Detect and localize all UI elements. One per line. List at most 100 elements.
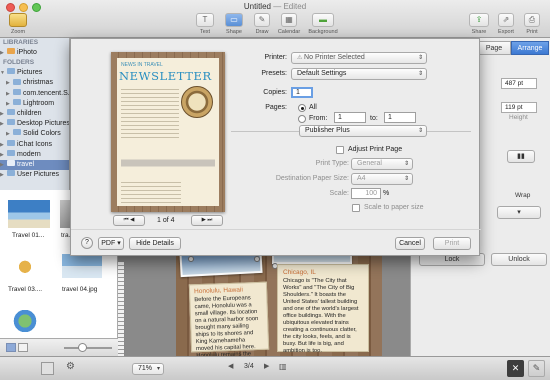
toolbar-calendar-button[interactable]: ▦ Calendar bbox=[275, 13, 303, 35]
sidebar-item-folder[interactable]: ▶ Solid Colors bbox=[0, 129, 69, 139]
zoom-popup[interactable]: 71% ▾ bbox=[132, 363, 164, 375]
print-button[interactable]: Print bbox=[433, 237, 471, 250]
disclosure-closed-icon[interactable]: ▶ bbox=[0, 150, 7, 160]
height-field[interactable]: 119 pt bbox=[501, 102, 537, 113]
sidebar-item-folder[interactable]: ▶ User Pictures bbox=[0, 170, 69, 180]
disclosure-closed-icon[interactable]: ▶ bbox=[0, 160, 7, 170]
preview-next-buttons[interactable]: ▶ ⏭ bbox=[191, 215, 223, 226]
sidebar-item-folder[interactable]: ▶ iChat Icons bbox=[0, 139, 69, 150]
toolbar-zoom-button[interactable]: Zoom bbox=[4, 13, 32, 35]
disclosure-closed-icon[interactable]: ▶ bbox=[6, 129, 13, 139]
alignment-buttons[interactable]: ▮▮ bbox=[507, 150, 535, 163]
pages-from-label: From: bbox=[309, 115, 328, 122]
next-page-icon[interactable]: ▶ bbox=[264, 362, 269, 370]
zoom-value: 71% bbox=[138, 365, 153, 372]
printer-label: Printer: bbox=[264, 54, 287, 61]
toolbar-print-button[interactable]: ⎙ Print bbox=[521, 13, 543, 35]
photo-thumbnail[interactable] bbox=[8, 250, 42, 278]
disclosure-closed-icon[interactable]: ▶ bbox=[6, 78, 13, 88]
toolbar-export-button[interactable]: ⇗ Export bbox=[495, 13, 517, 35]
sidebar-item-folder[interactable]: ▶ com.tencent.S... bbox=[0, 88, 69, 99]
sidebar-item-folder[interactable]: ▶ Lightroom bbox=[0, 98, 69, 109]
cancel-button[interactable]: Cancel bbox=[395, 237, 425, 250]
pin-icon bbox=[188, 256, 194, 262]
grid-view-icon[interactable] bbox=[6, 343, 16, 352]
pages-icon[interactable]: ▥ bbox=[279, 362, 287, 371]
width-field[interactable]: 487 pt bbox=[501, 78, 537, 89]
sidebar-item-folder[interactable]: ▼ Pictures bbox=[0, 68, 69, 78]
previous-page-icon[interactable]: ◀ bbox=[228, 362, 233, 370]
toolbar-shape-button[interactable]: ▭ Shape bbox=[222, 13, 246, 35]
printer-popup[interactable]: ⚠ No Printer Selected ⇕ bbox=[291, 52, 427, 64]
sidebar-item-label: christmas bbox=[23, 79, 53, 87]
list-view-icon[interactable] bbox=[18, 343, 28, 352]
sidebar-item-folder[interactable]: ▶ modern bbox=[0, 149, 69, 160]
disclosure-closed-icon[interactable]: ▶ bbox=[0, 170, 7, 180]
folder-icon bbox=[7, 68, 15, 75]
gear-icon[interactable]: ⚙ bbox=[66, 361, 75, 372]
dialog-footer-separator bbox=[71, 229, 481, 230]
pages-all-radio[interactable] bbox=[298, 104, 306, 112]
photo-thumbnail[interactable] bbox=[10, 310, 40, 332]
compass-icon bbox=[181, 86, 213, 118]
app-section-popup[interactable]: Publisher Plus ⇕ bbox=[299, 125, 427, 137]
scale-field[interactable]: 100 bbox=[351, 188, 381, 199]
print-type-value: General bbox=[357, 160, 382, 167]
text-card-chicago[interactable]: Chicago, IL Chicago is "The City that Wo… bbox=[277, 264, 369, 354]
toolbar-share-button[interactable]: ⇪ Share bbox=[467, 13, 491, 35]
toolbar-draw-label: Draw bbox=[255, 29, 269, 35]
presets-popup[interactable]: Default Settings ⇕ bbox=[291, 68, 427, 80]
sidebar-item-folder[interactable]: ▶ christmas bbox=[0, 78, 69, 88]
toolbar-background-button[interactable]: ▬ Background bbox=[305, 13, 341, 35]
disclosure-closed-icon[interactable]: ▶ bbox=[0, 140, 7, 150]
hide-details-button[interactable]: Hide Details bbox=[129, 237, 181, 250]
paper-size-popup[interactable]: A4 ⇕ bbox=[351, 173, 413, 185]
wrap-popup[interactable]: ▾ bbox=[497, 206, 541, 219]
vertical-ruler bbox=[118, 262, 125, 356]
disclosure-closed-icon[interactable]: ▶ bbox=[6, 89, 13, 99]
disclosure-closed-icon[interactable]: ▶ bbox=[0, 119, 7, 129]
tab-arrange[interactable]: Arrange bbox=[511, 41, 549, 55]
sidebar-toggle-icon[interactable] bbox=[41, 362, 54, 375]
card-body: Chicago is "The City that Works" and "Th… bbox=[283, 278, 359, 354]
sidebar-item-folder[interactable]: ▶ travel bbox=[0, 159, 69, 171]
folder-icon bbox=[13, 98, 21, 105]
print-type-label: Print Type: bbox=[315, 160, 349, 167]
disclosure-closed-icon[interactable]: ▶ bbox=[6, 99, 13, 109]
disclosure-open-icon[interactable]: ▼ bbox=[0, 68, 7, 78]
unlock-button[interactable]: Unlock bbox=[491, 253, 547, 266]
pages-to-field[interactable]: 1 bbox=[384, 112, 416, 123]
pages-range-radio[interactable] bbox=[298, 115, 306, 123]
photo-thumbnail[interactable] bbox=[8, 200, 50, 228]
sidebar-item-iphoto[interactable]: ▶ iPhoto bbox=[0, 48, 69, 58]
photo-thumbnail[interactable] bbox=[62, 254, 102, 278]
help-button[interactable]: ? bbox=[81, 237, 93, 249]
window-toolbar: Untitled — Edited Zoom T Text ▭ Shape ✎ … bbox=[0, 0, 550, 38]
format-icon[interactable]: ✎ bbox=[528, 360, 545, 377]
zoom-icon bbox=[9, 13, 27, 27]
pages-from-field[interactable]: 1 bbox=[334, 112, 366, 123]
bottom-toolbar: ⚙ 71% ▾ ◀ 3/4 ▶ ▥ ✕ ✎ bbox=[0, 356, 550, 380]
scale-unit: % bbox=[383, 190, 390, 197]
adjust-print-page-checkbox[interactable] bbox=[336, 146, 344, 154]
disclosure-closed-icon[interactable]: ▶ bbox=[0, 109, 7, 119]
thumbnail-size-slider[interactable] bbox=[64, 347, 112, 349]
scale-to-paper-checkbox[interactable] bbox=[352, 204, 360, 212]
tab-page[interactable]: Page bbox=[477, 41, 511, 55]
background-icon: ▬ bbox=[312, 13, 334, 27]
text-card-honolulu[interactable]: Honolulu, Hawaii Before the Europeans ca… bbox=[188, 281, 270, 373]
slider-knob[interactable] bbox=[78, 343, 87, 352]
source-sidebar: LIBRARIES ▶ iPhoto FOLDERS ▼ Pictures ▶ chri… bbox=[0, 38, 70, 190]
tools-icon[interactable]: ✕ bbox=[507, 360, 524, 377]
sidebar-item-folder[interactable]: ▶ children bbox=[0, 109, 69, 119]
app-section-value: Publisher Plus bbox=[305, 127, 350, 134]
toolbar-share-label: Share bbox=[471, 29, 487, 35]
toolbar-draw-button[interactable]: ✎ Draw bbox=[251, 13, 273, 35]
toolbar-background-label: Background bbox=[308, 29, 338, 35]
print-type-popup[interactable]: General ⇕ bbox=[351, 158, 413, 170]
preview-prev-buttons[interactable]: ⏮ ◀ bbox=[113, 215, 145, 226]
sidebar-item-folder[interactable]: ▶ Desktop Pictures bbox=[0, 119, 69, 129]
copies-field[interactable]: 1 bbox=[291, 87, 313, 98]
toolbar-text-button[interactable]: T Text bbox=[193, 13, 217, 35]
pdf-button[interactable]: PDF ▾ bbox=[98, 237, 124, 250]
